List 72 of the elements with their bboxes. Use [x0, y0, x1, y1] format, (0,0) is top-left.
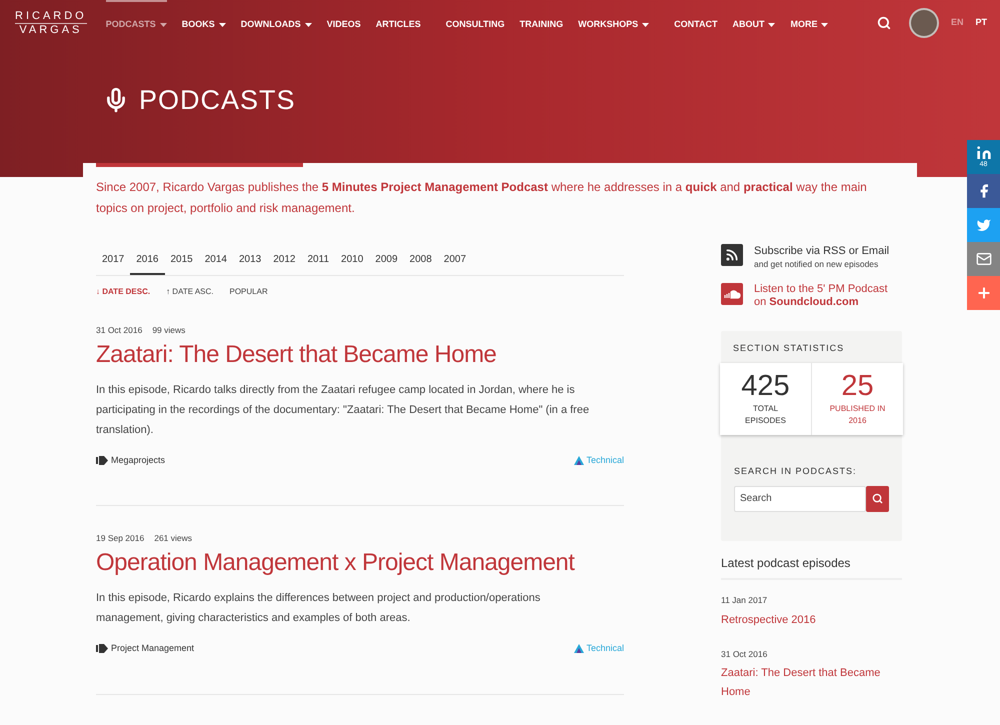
- subscribe-link[interactable]: Subscribe via RSS or Email: [754, 244, 890, 258]
- statistic-value: 25: [841, 369, 874, 404]
- episode-summary: In this episode, Ricardo talks directly from the Zaatari refugee camp located in Jordan, where he is participating in the recordings of the documentary: "Zaatari: The Desert that Became Home" (in a free translation).: [96, 382, 590, 438]
- share-button[interactable]: [967, 242, 1000, 276]
- year-tab[interactable]: 2013: [233, 246, 268, 275]
- episode-summary: In this episode, Ricardo explains the differences between project and production/operations management, giving characteristics and examples of both areas.: [96, 591, 542, 626]
- nav-link[interactable]: TRAINING: [520, 0, 564, 48]
- triangle-icon: [574, 644, 584, 654]
- tag-icon: [96, 456, 108, 465]
- envelope-icon: [976, 251, 992, 267]
- year-tab[interactable]: 2009: [369, 246, 404, 275]
- episode-tag[interactable]: Project Management: [96, 642, 194, 656]
- search-icon: [872, 493, 883, 504]
- avatar[interactable]: [908, 8, 939, 38]
- search-icon[interactable]: [876, 16, 891, 30]
- bird-icon: [976, 217, 992, 233]
- statistic-label: TOTAL EPISODES: [744, 403, 787, 428]
- episode-date: 19 Sep 2016: [96, 532, 144, 545]
- year-tab[interactable]: 2008: [404, 246, 438, 275]
- year-tab[interactable]: 2007: [438, 246, 472, 275]
- latest-date: 31 Oct 2016: [721, 648, 768, 660]
- linkedin-icon: [976, 145, 992, 161]
- latest-episode-link[interactable]: Retrospective 2016: [721, 610, 902, 630]
- year-tab[interactable]: 2012: [267, 246, 302, 275]
- language-link[interactable]: PT: [975, 16, 987, 30]
- nav-link[interactable]: PODCASTS: [106, 0, 167, 48]
- plus-icon: [976, 285, 992, 301]
- search-heading: SEARCH IN PODCASTS:: [734, 465, 858, 478]
- nav-link[interactable]: BOOKS: [182, 0, 226, 48]
- search-button[interactable]: [866, 486, 889, 512]
- statistics-heading: SECTION STATISTICS: [732, 342, 846, 355]
- year-tab[interactable]: 2010: [335, 246, 370, 275]
- share-button[interactable]: [967, 174, 1000, 208]
- intro-paragraph: Since 2007, Ricardo Vargas publishes the 5 Minutes Project Management Podcast where he addresses in a quick and practical way the main topics on project, portfolio and risk management.: [96, 179, 868, 217]
- cloud-icon[interactable]: [721, 282, 743, 305]
- statistic-value: 425: [741, 369, 790, 404]
- rss-icon[interactable]: [721, 244, 743, 266]
- share-button[interactable]: [967, 208, 1000, 242]
- episode-tag[interactable]: Megaprojects: [96, 454, 166, 468]
- sort-option[interactable]: ↓ DATE DESC.: [96, 286, 150, 298]
- nav-link[interactable]: ABOUT: [732, 0, 776, 48]
- episode-views: 261 views: [154, 532, 192, 545]
- sort-option[interactable]: POPULAR: [230, 286, 268, 298]
- episode-date: 31 Oct 2016: [96, 324, 142, 337]
- episode-title[interactable]: Operation Management x Project Management: [96, 546, 624, 580]
- nav-link[interactable]: VIDEOS: [326, 0, 361, 48]
- episode-views: 99 views: [152, 324, 186, 337]
- triangle-icon: [574, 456, 584, 465]
- nav-link[interactable]: DOWNLOADS: [240, 0, 312, 48]
- search-field[interactable]: Search: [734, 486, 866, 512]
- year-tab[interactable]: 2014: [198, 246, 233, 275]
- latest-date: 11 Jan 2017: [721, 594, 768, 606]
- tag-icon: [96, 644, 108, 654]
- latest-episode-link[interactable]: Zaatari: The Desert that Became Home: [721, 664, 902, 702]
- site-logo[interactable]: RICARDO VARGAS: [13, 10, 89, 36]
- nav-link[interactable]: WORKSHOPS: [578, 0, 650, 48]
- episode-title[interactable]: Zaatari: The Desert that Became Home: [96, 338, 624, 372]
- soundcloud-link[interactable]: Listen to the 5' PM Podcast on Soundcloud.com: [754, 282, 902, 309]
- year-tab[interactable]: 2016: [130, 246, 164, 275]
- year-tab[interactable]: 2017: [96, 246, 130, 275]
- year-tab[interactable]: 2015: [164, 246, 199, 275]
- nav-link[interactable]: MORE: [790, 0, 828, 48]
- nav-link[interactable]: CONTACT: [674, 0, 718, 48]
- share-button[interactable]: [967, 276, 1000, 310]
- page-title: PODCASTS: [139, 84, 296, 117]
- nav-link[interactable]: ARTICLES: [376, 0, 421, 48]
- nav-link[interactable]: CONSULTING: [446, 0, 505, 48]
- year-tab[interactable]: 2011: [302, 246, 336, 275]
- statistic-label: PUBLISHED IN 2016: [828, 403, 886, 428]
- latest-heading: Latest podcast episodes: [721, 554, 902, 580]
- subscribe-subtitle: and get notified on new episodes: [754, 258, 880, 271]
- sort-option[interactable]: ↑ DATE ASC.: [166, 286, 214, 298]
